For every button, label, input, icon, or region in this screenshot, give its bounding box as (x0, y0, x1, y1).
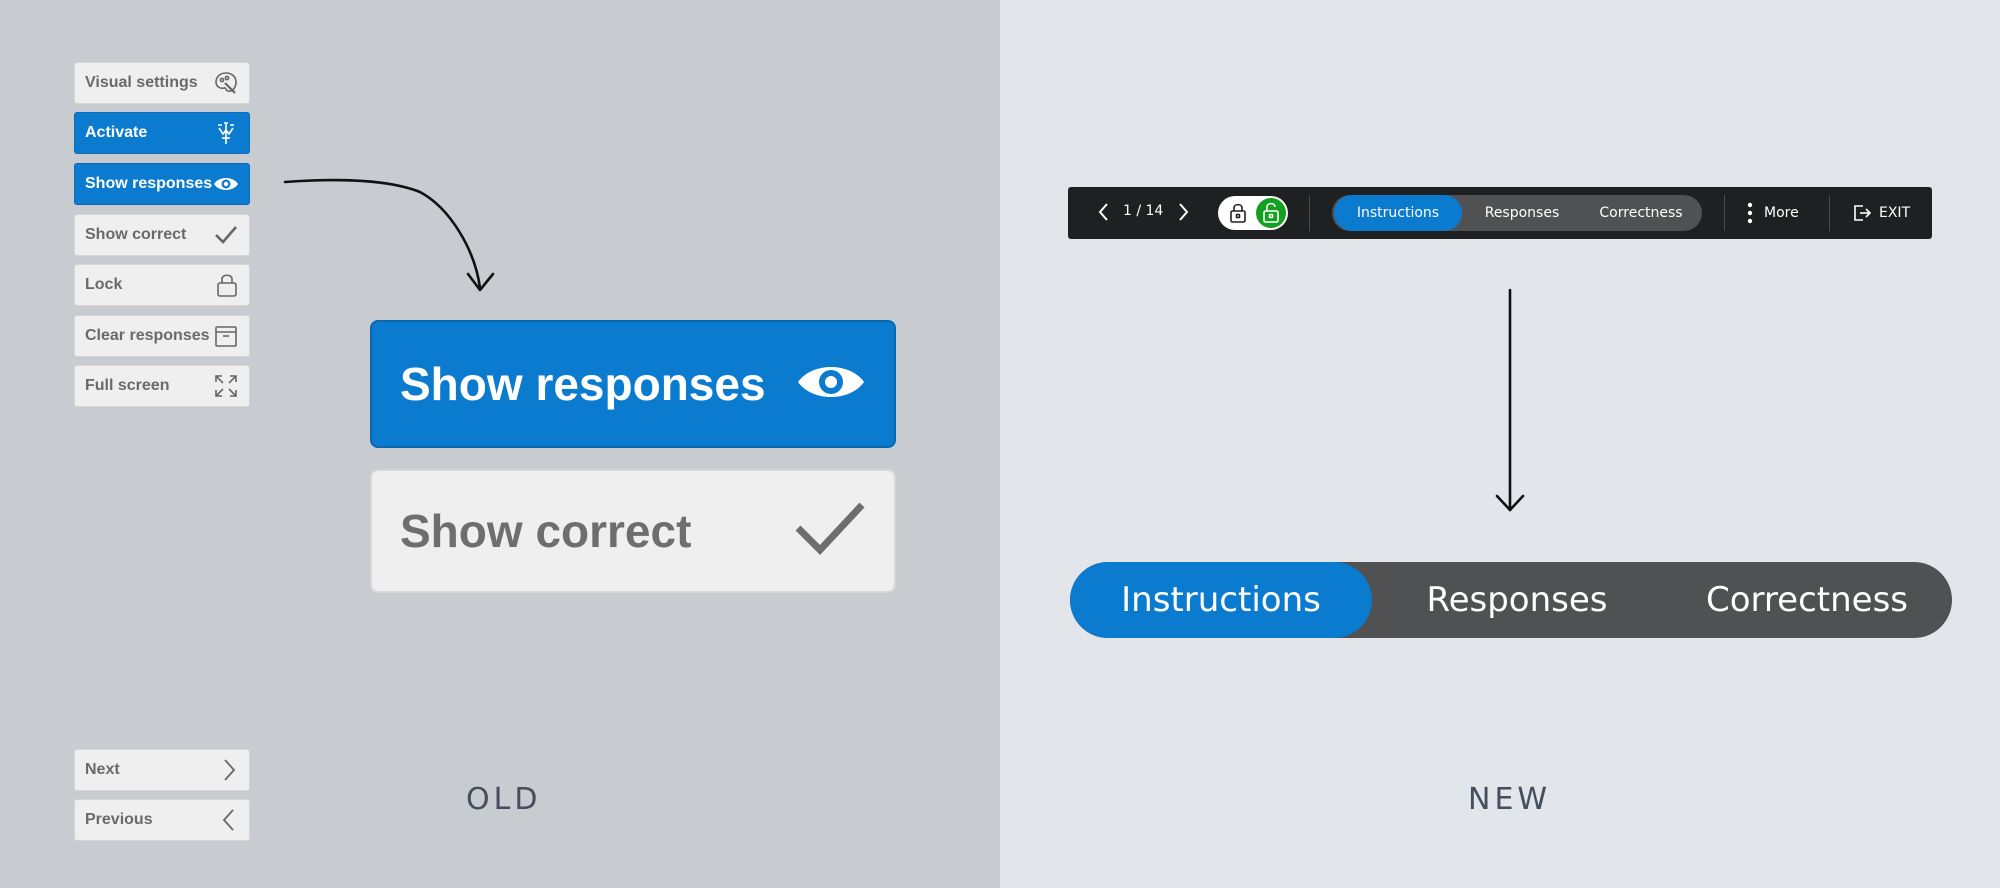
lock-icon (1226, 201, 1250, 225)
previous-button[interactable]: Previous (74, 799, 250, 841)
activate-button[interactable]: Activate (74, 112, 250, 154)
tab-instructions[interactable]: Instructions (1070, 562, 1372, 638)
show-responses-button[interactable]: Show responses (74, 163, 250, 205)
tab-instructions[interactable]: Instructions (1334, 195, 1462, 231)
full-screen-button[interactable]: Full screen (74, 365, 250, 407)
visual-settings-button[interactable]: Visual settings (74, 62, 250, 104)
lock-button[interactable]: Lock (74, 264, 250, 306)
zoomed-show-responses-button[interactable]: Show responses (370, 320, 896, 448)
show-correct-label: Show correct (85, 226, 187, 243)
chevron-left-icon (219, 807, 239, 833)
old-caption: OLD (466, 782, 542, 817)
exit-label: EXIT (1879, 205, 1911, 221)
next-button[interactable]: Next (74, 749, 250, 791)
clear-responses-label: Clear responses (85, 327, 210, 344)
toolbar-divider (1829, 195, 1830, 231)
visual-settings-label: Visual settings (85, 74, 198, 91)
archive-box-icon (213, 323, 239, 349)
unlock-icon (1256, 198, 1286, 228)
toolbar-divider (1309, 195, 1310, 231)
down-arrow-icon (1495, 288, 1525, 512)
more-button[interactable]: More (1746, 195, 1799, 231)
show-responses-label: Show responses (85, 175, 213, 192)
lock-icon (215, 272, 239, 298)
toolbar-divider (1724, 195, 1725, 231)
more-vertical-icon (1747, 202, 1753, 224)
activate-icon (213, 120, 239, 146)
show-correct-button[interactable]: Show correct (74, 214, 250, 256)
tab-responses[interactable]: Responses (1462, 195, 1582, 231)
next-page-button[interactable] (1177, 201, 1191, 228)
chevron-right-icon (1179, 203, 1189, 221)
clear-responses-button[interactable]: Clear responses (74, 315, 250, 357)
exit-icon (1854, 205, 1872, 221)
presenter-toolbar: 1 / 14 Instructions Responses Correctnes… (1068, 187, 1932, 239)
lock-label: Lock (85, 276, 123, 293)
lock-toggle[interactable] (1218, 196, 1288, 230)
previous-page-button[interactable] (1096, 201, 1110, 228)
curved-arrow-icon (283, 178, 495, 292)
new-caption: NEW (1468, 782, 1552, 817)
eye-icon (796, 360, 866, 409)
palette-icon (213, 70, 239, 96)
checkmark-icon (794, 500, 866, 563)
old-panel: Visual settings Activate Show responses (0, 0, 1000, 888)
checkmark-icon (213, 224, 239, 246)
chevron-right-icon (219, 757, 239, 783)
page-indicator: 1 / 14 (1123, 203, 1164, 219)
zoomed-view-tabs: Instructions Responses Correctness (1070, 562, 1952, 638)
full-screen-label: Full screen (85, 377, 170, 394)
exit-button[interactable]: EXIT (1852, 195, 1910, 231)
eye-icon (213, 175, 239, 193)
tab-correctness[interactable]: Correctness (1582, 195, 1700, 231)
zoomed-show-responses-label: Show responses (400, 358, 766, 410)
more-label: More (1764, 205, 1799, 221)
previous-label: Previous (85, 811, 153, 828)
expand-icon (213, 373, 239, 399)
zoomed-show-correct-button[interactable]: Show correct (370, 469, 896, 593)
zoomed-show-correct-label: Show correct (400, 505, 692, 557)
tab-correctness[interactable]: Correctness (1662, 562, 1952, 638)
next-label: Next (85, 761, 120, 778)
chevron-left-icon (1098, 203, 1108, 221)
activate-label: Activate (85, 124, 148, 141)
tab-responses[interactable]: Responses (1372, 562, 1662, 638)
toolbar-view-tabs: Instructions Responses Correctness (1332, 195, 1702, 231)
